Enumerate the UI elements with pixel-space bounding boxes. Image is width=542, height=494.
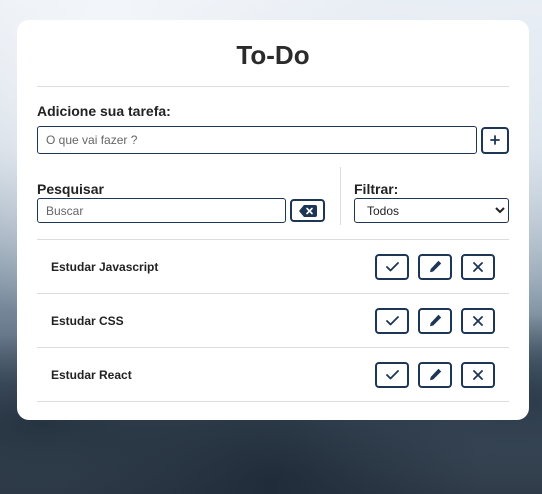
todo-title: Estudar React (51, 367, 132, 382)
add-todo-form: Adicione sua tarefa: (37, 103, 509, 154)
todo-list: Estudar Javascript Estudar CSS Estudar R… (37, 240, 509, 402)
check-icon (385, 261, 399, 271)
add-todo-button[interactable] (481, 126, 509, 154)
search-row (37, 198, 339, 223)
plus-icon (490, 135, 500, 145)
page-title: To-Do (236, 40, 310, 70)
check-icon (385, 369, 399, 379)
remove-todo-button[interactable] (461, 307, 495, 334)
todo-item: Estudar React (37, 348, 509, 402)
todo-item: Estudar Javascript (37, 240, 509, 294)
filter-select[interactable]: Todos (354, 198, 509, 223)
edit-todo-button[interactable] (418, 307, 452, 334)
finish-todo-button[interactable] (375, 361, 409, 388)
pencil-icon (429, 260, 441, 273)
backspace-icon (298, 204, 317, 217)
filter-label: Filtrar: (354, 181, 399, 197)
edit-todo-button[interactable] (418, 253, 452, 280)
close-icon (473, 315, 483, 326)
check-icon (385, 315, 399, 325)
close-icon (473, 369, 483, 380)
todo-title: Estudar Javascript (51, 259, 159, 274)
filter-section: Filtrar: Todos (341, 167, 509, 225)
todo-card: To-Do Adicione sua tarefa: Pesquisar (17, 20, 529, 420)
todo-title: Estudar CSS (51, 313, 124, 328)
search-section: Pesquisar (37, 167, 339, 225)
add-todo-input[interactable] (37, 126, 477, 154)
remove-todo-button[interactable] (461, 361, 495, 388)
add-todo-label: Adicione sua tarefa: (37, 103, 171, 119)
pencil-icon (429, 368, 441, 381)
clear-search-button[interactable] (290, 199, 325, 222)
finish-todo-button[interactable] (375, 253, 409, 280)
header-divider (37, 86, 509, 87)
pencil-icon (429, 314, 441, 327)
close-icon (473, 261, 483, 272)
edit-todo-button[interactable] (418, 361, 452, 388)
remove-todo-button[interactable] (461, 253, 495, 280)
add-todo-row (37, 126, 509, 154)
finish-todo-button[interactable] (375, 307, 409, 334)
search-label: Pesquisar (37, 181, 104, 197)
todo-item: Estudar CSS (37, 294, 509, 348)
search-input[interactable] (37, 198, 286, 223)
toolbar: Pesquisar Filtrar: Todos (37, 167, 509, 225)
